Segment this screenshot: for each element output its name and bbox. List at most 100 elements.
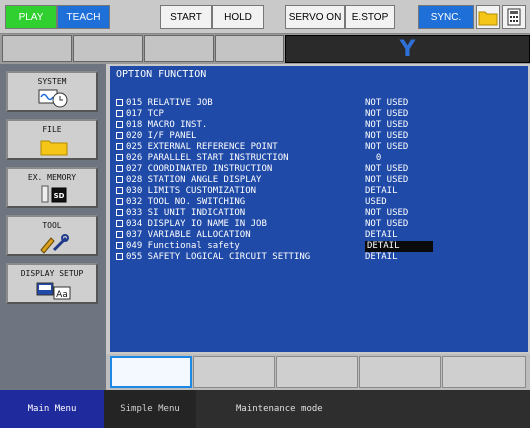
option-value[interactable]: NOT USED: [365, 120, 408, 131]
option-name: 026 PARALLEL START INSTRUCTION: [126, 153, 289, 163]
function-slot-5[interactable]: [442, 356, 526, 388]
option-row[interactable]: 028 STATION ANGLE DISPLAY NOT USED: [116, 175, 526, 186]
option-value[interactable]: NOT USED: [365, 109, 408, 120]
option-function-panel: OPTION FUNCTION 015 RELATIVE JOB NOT USED…: [106, 64, 530, 354]
play-mode-indicator[interactable]: PLAY: [5, 5, 57, 29]
menu-tool-label: TOOL: [42, 221, 62, 230]
mode-indicator: Maintenance mode: [196, 390, 530, 428]
page-title: OPTION FUNCTION: [110, 66, 528, 96]
tab-slot-1[interactable]: [2, 35, 72, 62]
option-row[interactable]: 027 COORDINATED INSTRUCTION NOT USED: [116, 164, 526, 175]
option-row[interactable]: 055 SAFETY LOGICAL CIRCUIT SETTING DETAIL: [116, 252, 526, 263]
function-slot-1[interactable]: [110, 356, 192, 388]
checkbox[interactable]: [116, 165, 123, 172]
option-row[interactable]: 033 SI UNIT INDICATION NOT USED: [116, 208, 526, 219]
option-row[interactable]: 015 RELATIVE JOB NOT USED: [116, 98, 526, 109]
option-name: 034 DISPLAY IO NAME IN JOB: [126, 219, 267, 229]
option-row[interactable]: 020 I/F PANEL NOT USED: [116, 131, 526, 142]
option-name: 017 TCP: [126, 109, 164, 119]
menu-ex-memory-label: EX. MEMORY: [27, 173, 77, 182]
checkbox[interactable]: [116, 209, 123, 216]
hold-button[interactable]: HOLD: [212, 5, 264, 29]
checkbox[interactable]: [116, 220, 123, 227]
option-value[interactable]: USED: [365, 197, 387, 208]
option-value[interactable]: DETAIL: [365, 230, 398, 241]
option-value-selected[interactable]: DETAIL: [365, 241, 433, 252]
option-value[interactable]: NOT USED: [365, 164, 408, 175]
option-value[interactable]: NOT USED: [365, 175, 408, 186]
active-tab-label: Y: [399, 37, 416, 62]
option-row[interactable]: 037 VARIABLE ALLOCATION DETAIL: [116, 230, 526, 241]
checkbox[interactable]: [116, 231, 123, 238]
option-value[interactable]: DETAIL: [365, 252, 398, 263]
tools-icon: [40, 234, 69, 254]
option-name: 033 SI UNIT INDICATION: [126, 208, 246, 218]
checkbox[interactable]: [116, 198, 123, 205]
tab-slot-2[interactable]: [73, 35, 143, 62]
option-name: 020 I/F PANEL: [126, 131, 197, 141]
option-value[interactable]: NOT USED: [365, 208, 408, 219]
estop-button[interactable]: E.STOP: [345, 5, 395, 29]
simple-menu-button[interactable]: Simple Menu: [104, 390, 196, 428]
main-menu-button[interactable]: Main Menu: [0, 390, 104, 428]
option-value[interactable]: NOT USED: [365, 98, 408, 109]
menu-display-setup-label: DISPLAY SETUP: [20, 269, 84, 278]
menu-tool-button[interactable]: TOOL: [6, 215, 98, 256]
function-slot-3[interactable]: [276, 356, 358, 388]
tab-slot-3[interactable]: [144, 35, 214, 62]
option-value[interactable]: NOT USED: [365, 219, 408, 230]
option-row-selected[interactable]: 049 Functional safety DETAIL: [116, 241, 526, 252]
option-name: 032 TOOL NO. SWITCHING: [126, 197, 246, 207]
sync-button[interactable]: SYNC.: [418, 5, 474, 29]
option-value[interactable]: NOT USED: [365, 142, 408, 153]
option-value[interactable]: NOT USED: [365, 131, 408, 142]
checkbox[interactable]: [116, 99, 123, 106]
option-name: 027 COORDINATED INSTRUCTION: [126, 164, 273, 174]
checkbox[interactable]: [116, 242, 123, 249]
checkbox[interactable]: [116, 121, 123, 128]
function-slot-4[interactable]: [359, 356, 441, 388]
checkbox[interactable]: [116, 132, 123, 139]
servo-on-button[interactable]: SERVO ON: [285, 5, 345, 29]
main-menu-panel: SYSTEM FILE EX. MEMORY SD TOOL DISPLAY S: [0, 64, 106, 390]
checkbox[interactable]: [116, 176, 123, 183]
option-name: 037 VARIABLE ALLOCATION: [126, 230, 251, 240]
tab-slot-4[interactable]: [215, 35, 284, 62]
checkbox[interactable]: [116, 187, 123, 194]
function-slot-2[interactable]: [193, 356, 275, 388]
option-row[interactable]: 034 DISPLAY IO NAME IN JOB NOT USED: [116, 219, 526, 230]
option-name: 025 EXTERNAL REFERENCE POINT: [126, 142, 278, 152]
folder-icon[interactable]: [476, 5, 500, 29]
menu-display-setup-button[interactable]: DISPLAY SETUP Aa: [6, 263, 98, 304]
option-name: 055 SAFETY LOGICAL CIRCUIT SETTING: [126, 252, 311, 262]
option-row[interactable]: 030 LIMITS CUSTOMIZATION DETAIL: [116, 186, 526, 197]
checkbox[interactable]: [116, 154, 123, 161]
checkbox[interactable]: [116, 253, 123, 260]
option-row[interactable]: 032 TOOL NO. SWITCHING USED: [116, 197, 526, 208]
checkbox[interactable]: [116, 143, 123, 150]
option-name: 018 MACRO INST.: [126, 120, 208, 130]
sd-card-icon: SD: [41, 185, 67, 203]
display-icon: Aa: [36, 282, 71, 300]
menu-ex-memory-button[interactable]: EX. MEMORY SD: [6, 167, 98, 208]
option-row[interactable]: 017 TCP NOT USED: [116, 109, 526, 120]
top-toolbar: PLAY TEACH START HOLD SERVO ON E.STOP SY…: [0, 0, 530, 34]
status-bar: Main Menu Simple Menu Maintenance mode: [0, 390, 530, 428]
menu-file-label: FILE: [42, 125, 62, 134]
menu-file-button[interactable]: FILE: [6, 119, 98, 160]
tab-active-y[interactable]: Y: [285, 35, 530, 63]
option-list: 015 RELATIVE JOB NOT USED 017 TCP NOT USED…: [110, 96, 528, 352]
option-row[interactable]: 026 PARALLEL START INSTRUCTION 0: [116, 153, 526, 164]
option-name: 049 Functional safety: [126, 241, 240, 251]
option-name: 028 STATION ANGLE DISPLAY: [126, 175, 262, 185]
option-name: 030 LIMITS CUSTOMIZATION: [126, 186, 257, 196]
option-row[interactable]: 025 EXTERNAL REFERENCE POINT NOT USED: [116, 142, 526, 153]
menu-system-button[interactable]: SYSTEM: [6, 71, 98, 112]
option-row[interactable]: 018 MACRO INST. NOT USED: [116, 120, 526, 131]
teach-mode-indicator[interactable]: TEACH: [57, 5, 110, 29]
start-button[interactable]: START: [160, 5, 212, 29]
keyboard-tool-icon[interactable]: [502, 5, 526, 29]
option-value[interactable]: 0: [365, 153, 381, 164]
option-value[interactable]: DETAIL: [365, 186, 398, 197]
checkbox[interactable]: [116, 110, 123, 117]
